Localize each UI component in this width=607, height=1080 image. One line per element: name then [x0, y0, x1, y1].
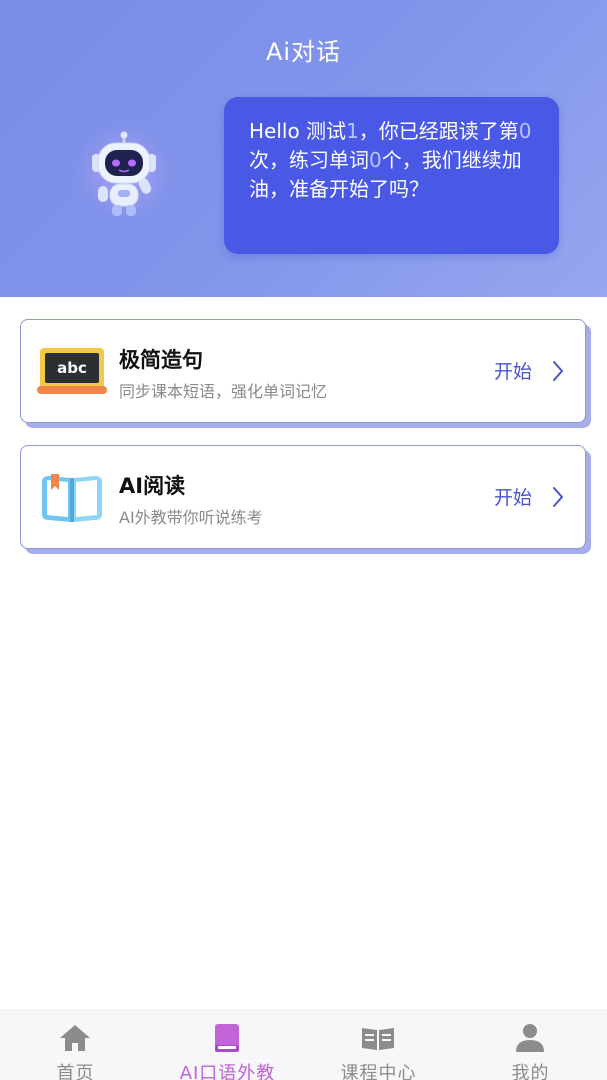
bottom-tab-bar: 首页 AI口语外教 课程中心 我的 — [0, 1010, 607, 1080]
book-icon — [215, 1024, 239, 1052]
home-icon — [60, 1025, 90, 1051]
tab-ai-speaking-tutor[interactable]: AI口语外教 — [152, 1011, 303, 1080]
tab-label: 课程中心 — [340, 1063, 417, 1080]
tab-label: AI口语外教 — [179, 1063, 276, 1080]
greeting-user-number: 1 — [346, 119, 359, 143]
tab-label: 首页 — [56, 1063, 95, 1080]
tab-label: 我的 — [511, 1063, 550, 1080]
chevron-right-icon — [553, 361, 563, 381]
abc-board-icon: abc — [37, 348, 107, 394]
card-simple-sentence[interactable]: abc 极简造句 同步课本短语，强化单词记忆 开始 — [20, 319, 586, 423]
open-book-icon — [362, 1028, 394, 1050]
robot-icon — [92, 131, 156, 216]
greeting-bubble: Hello 测试1，你已经跟读了第0次，练习单词0个，我们继续加油，准备开始了吗… — [224, 97, 559, 254]
card-title: 极简造句 — [119, 348, 203, 372]
card-title: AI阅读 — [119, 474, 186, 498]
robot-avatar — [74, 122, 174, 222]
open-book-icon — [42, 474, 102, 522]
tab-home[interactable]: 首页 — [0, 1011, 151, 1080]
header-banner: Ai对话 Hello 测试1，你已经跟读了第0次，练习单词0个，我们继续加油，准… — [0, 0, 607, 297]
card-subtitle: AI外教带你听说练考 — [119, 508, 263, 527]
page-title: Ai对话 — [265, 38, 342, 66]
card-ai-reading[interactable]: AI阅读 AI外教带你听说练考 开始 — [20, 445, 586, 549]
greeting-word-count: 0 — [369, 148, 382, 172]
start-button[interactable]: 开始 — [494, 357, 532, 384]
user-icon — [516, 1024, 544, 1052]
greeting-mid-2: 次，练习单词 — [249, 148, 369, 172]
chevron-right-icon — [553, 487, 563, 507]
greeting-prefix: Hello 测试 — [249, 119, 347, 143]
greeting-follow-count: 0 — [518, 119, 532, 143]
tab-mine[interactable]: 我的 — [455, 1011, 606, 1080]
tab-course-center[interactable]: 课程中心 — [303, 1011, 454, 1080]
svg-text:abc: abc — [57, 359, 87, 377]
start-button[interactable]: 开始 — [494, 483, 532, 510]
ai-chat-page: Ai对话 Hello 测试1，你已经跟读了第0次，练习单词0个，我们继续加油，准… — [0, 0, 607, 1080]
greeting-mid-1: ，你已经跟读了第 — [358, 119, 519, 143]
card-subtitle: 同步课本短语，强化单词记忆 — [119, 382, 328, 401]
